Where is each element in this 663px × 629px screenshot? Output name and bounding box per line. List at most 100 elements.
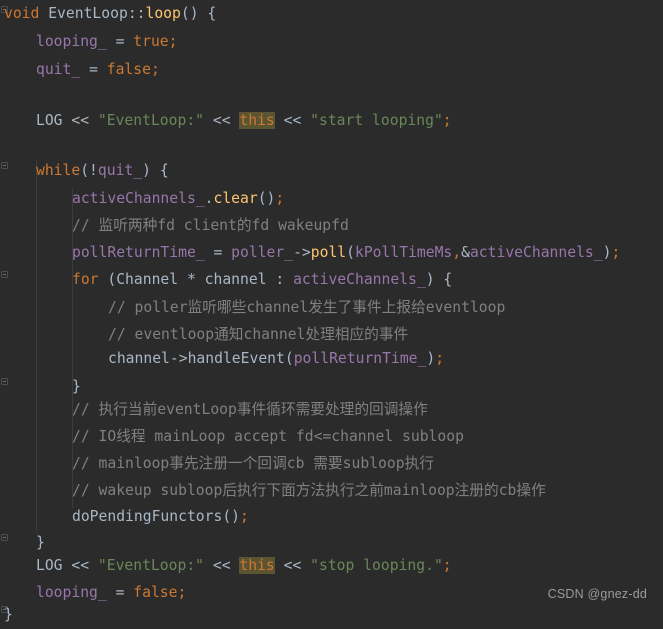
token-type: EventLoop [48, 5, 128, 22]
token-kw: true [133, 33, 169, 50]
token-op: = [213, 244, 223, 261]
token-punc [124, 33, 133, 50]
token-op: << [212, 112, 231, 129]
token-hl: this [239, 557, 275, 574]
token-kw: false [133, 584, 178, 601]
token-semi: ; [177, 584, 187, 601]
token-punc: () [257, 190, 276, 207]
code-line-16[interactable]: // 执行当前eventLoop事件循环需要处理的回调操作 [0, 396, 428, 424]
token-semi: ; [275, 190, 285, 207]
token-str: "EventLoop:" [97, 112, 205, 129]
token-id: channel [204, 271, 267, 288]
token-semi: ; [168, 33, 178, 50]
token-fn: poll [310, 244, 347, 261]
token-punc: ) [142, 162, 160, 179]
token-type: Channel [116, 271, 179, 288]
code-line-7[interactable]: while(!quit_) { [0, 157, 169, 185]
token-kw: for [72, 271, 99, 288]
token-kw: while [36, 162, 81, 179]
token-punc: () [180, 5, 199, 22]
token-id: doPendingFunctors [72, 508, 223, 525]
code-line-2[interactable]: looping_ = true; [0, 28, 178, 56]
token-punc: ( [98, 271, 117, 288]
code-line-5[interactable]: LOG << "EventLoop:" << this << "start lo… [0, 107, 452, 135]
token-semi: ; [442, 557, 452, 574]
token-field: looping_ [36, 33, 107, 50]
token-cmt: // eventloop通知channel处理相应的事件 [108, 326, 409, 343]
token-punc: & [461, 244, 470, 261]
code-line-12[interactable]: // poller监听哪些channel发生了事件上报给eventloop [0, 294, 505, 322]
token-id: LOG [36, 557, 63, 574]
token-cmt: // wakeup subloop后执行下面方法执行之前mainloop注册的c… [72, 482, 546, 499]
code-line-3[interactable]: quit_ = false; [0, 56, 160, 84]
token-punc: } [36, 534, 45, 551]
token-str: "EventLoop:" [97, 557, 205, 574]
token-kw: false [106, 61, 151, 78]
token-op: << [71, 557, 90, 574]
token-punc [124, 584, 133, 601]
token-semi: ; [611, 244, 621, 261]
token-fn: clear [213, 190, 258, 207]
token-field: quit_ [36, 61, 81, 78]
token-op: << [283, 112, 302, 129]
code-line-19[interactable]: // wakeup subloop后执行下面方法执行之前mainloop注册的c… [0, 477, 546, 505]
token-punc [80, 61, 89, 78]
token-field: quit_ [97, 162, 143, 179]
token-op: << [212, 557, 231, 574]
token-punc: ) [426, 350, 436, 367]
token-punc [39, 5, 48, 22]
token-punc: -> [293, 244, 311, 261]
code-line-1[interactable]: void EventLoop::loop() { [0, 0, 216, 28]
token-punc [204, 557, 213, 574]
code-line-14[interactable]: channel->handleEvent(pollReturnTime_); [0, 345, 444, 373]
token-punc [107, 33, 116, 50]
token-kw: void [4, 5, 40, 22]
code-line-9[interactable]: // 监听两种fd client的fd wakeupfd [0, 212, 349, 240]
token-punc [98, 61, 107, 78]
token-punc: () [222, 508, 241, 525]
token-semi: ; [442, 112, 452, 129]
token-punc [107, 584, 116, 601]
code-line-24[interactable]: } [0, 601, 13, 629]
code-line-22[interactable]: LOG << "EventLoop:" << this << "stop loo… [0, 552, 452, 580]
token-id: handleEvent [187, 350, 285, 367]
token-punc [178, 271, 187, 288]
token-semi: ; [150, 61, 160, 78]
code-line-11[interactable]: for (Channel * channel : activeChannels_… [0, 266, 452, 294]
token-punc [89, 112, 98, 129]
token-punc: ( [284, 350, 294, 367]
code-line-18[interactable]: // mainloop事先注册一个回调cb 需要subloop执行 [0, 450, 434, 478]
code-line-10[interactable]: pollReturnTime_ = poller_->poll(kPollTim… [0, 239, 620, 267]
code-line-20[interactable]: doPendingFunctors(); [0, 503, 249, 531]
token-field: poller_ [231, 244, 294, 261]
token-cmt: // 执行当前eventLoop事件循环需要处理的回调操作 [72, 401, 428, 418]
token-semi: ; [435, 350, 445, 367]
token-id: channel [108, 350, 170, 367]
token-punc: ( [346, 244, 355, 261]
token-field: activeChannels_ [293, 271, 426, 288]
token-punc: { [207, 5, 217, 22]
token-const: kPollTimeMs [354, 244, 453, 261]
token-punc [301, 557, 310, 574]
code-line-17[interactable]: // IO线程 mainLoop accept fd<=channel subl… [0, 423, 464, 451]
token-punc: { [159, 162, 169, 179]
token-punc [275, 557, 284, 574]
token-punc: { [443, 271, 453, 288]
code-line-8[interactable]: activeChannels_.clear(); [0, 185, 284, 213]
token-punc [196, 271, 205, 288]
token-id: LOG [36, 112, 63, 129]
token-punc [89, 557, 98, 574]
token-field: activeChannels_ [469, 244, 603, 261]
csdn-watermark: CSDN @gnez-dd [547, 587, 647, 601]
token-field: pollReturnTime_ [72, 244, 205, 261]
token-cmt: // IO线程 mainLoop accept fd<=channel subl… [72, 428, 464, 445]
code-editor-pane[interactable]: void EventLoop::loop() {looping_ = true;… [0, 0, 663, 623]
token-hl: this [239, 112, 275, 129]
token-op: << [283, 557, 302, 574]
token-punc: :: [127, 5, 146, 22]
code-line-23[interactable]: looping_ = false; [0, 579, 186, 607]
token-field: pollReturnTime_ [293, 350, 427, 367]
token-fn: loop [145, 5, 181, 22]
token-punc: -> [169, 350, 188, 367]
token-cmt: // poller监听哪些channel发生了事件上报给eventloop [108, 299, 506, 316]
